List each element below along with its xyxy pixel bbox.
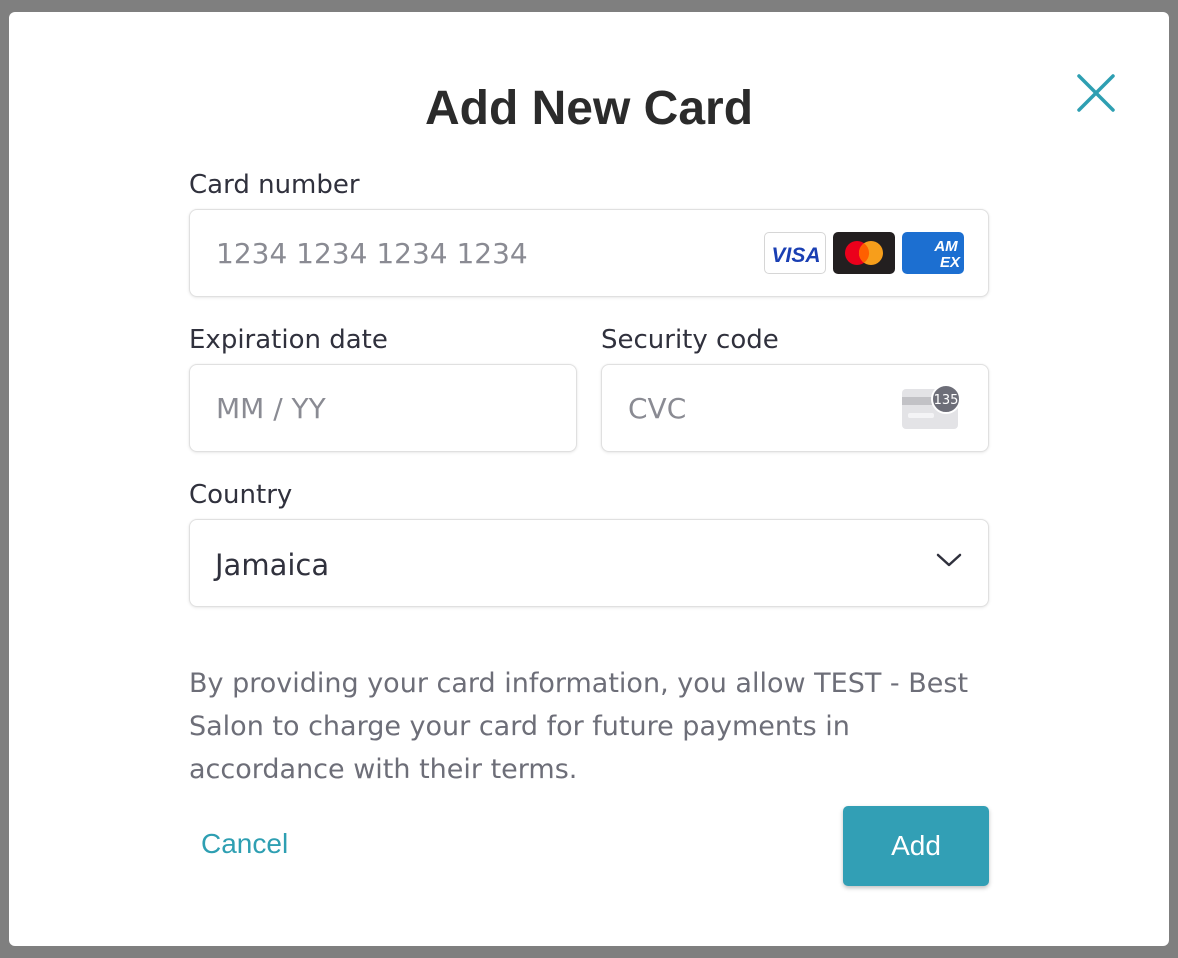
cancel-button[interactable]: Cancel [201,828,288,860]
close-icon [1077,74,1115,112]
expiration-label: Expiration date [189,325,388,355]
card-authorization-disclaimer: By providing your card information, you … [189,668,969,785]
svg-text:AM: AM [933,238,958,255]
chevron-down-icon [936,553,962,567]
security-code-label: Security code [601,325,779,355]
close-button[interactable] [1075,72,1117,114]
card-number-field[interactable]: VISA AM EX [189,209,989,297]
cvc-card-icon: 135 [902,384,961,429]
modal-title: Add New Card [424,82,754,135]
country-select[interactable]: Jamaica [189,519,989,607]
amex-icon: AM EX [902,232,964,274]
mastercard-icon [833,232,895,274]
security-code-field[interactable]: 135 [601,364,989,452]
svg-text:VISA: VISA [771,244,820,267]
card-number-label: Card number [189,170,360,200]
visa-icon: VISA [764,232,826,274]
add-button[interactable]: Add [843,806,989,886]
cvc-input[interactable] [628,365,860,451]
country-label: Country [189,480,293,510]
expiration-field[interactable] [189,364,577,452]
card-number-input[interactable] [216,210,695,296]
country-selected-value: Jamaica [215,548,330,582]
svg-text:EX: EX [940,254,961,271]
add-card-modal: Add New Card Card number VISA [9,12,1169,946]
cvc-icon-badge: 135 [934,393,959,408]
expiration-input[interactable] [216,365,448,451]
card-brands: VISA AM EX [764,232,964,274]
